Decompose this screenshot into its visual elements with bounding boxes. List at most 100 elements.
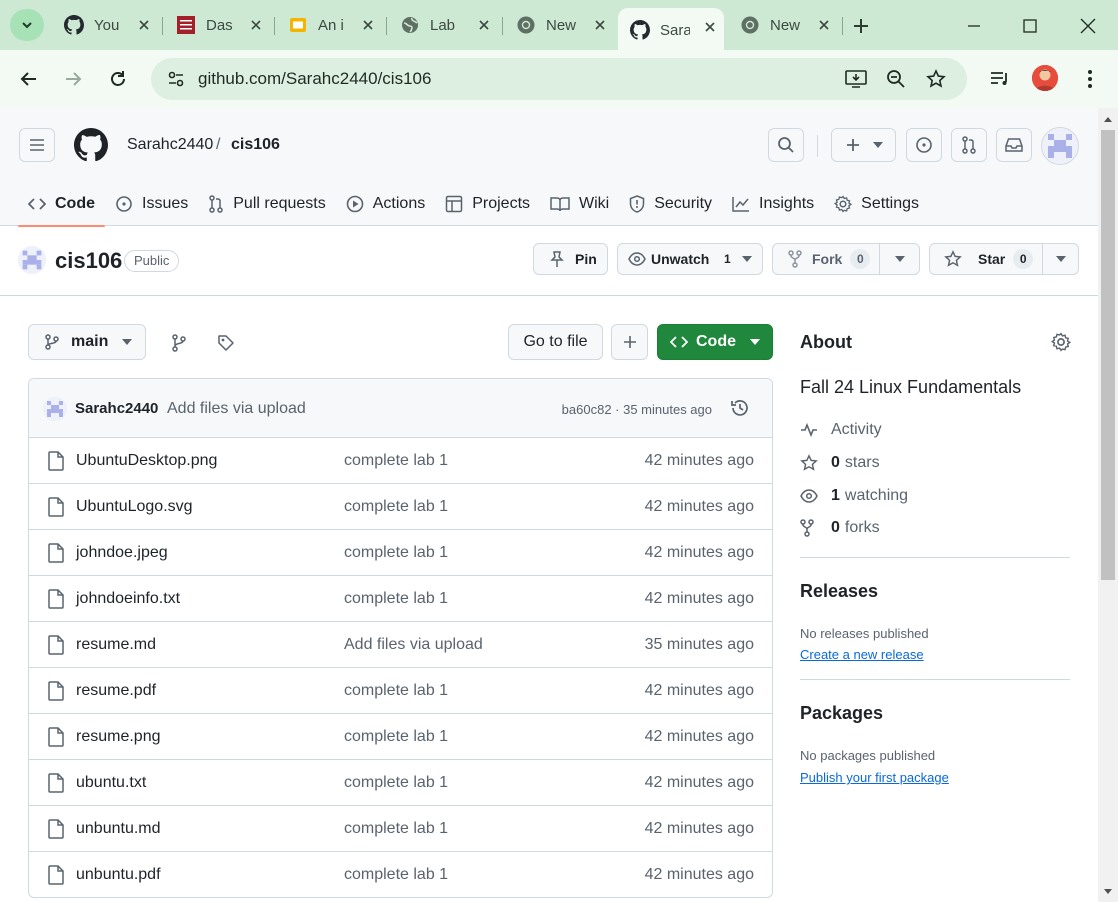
- table-row[interactable]: UbuntuLogo.svg complete lab 1 42 minutes a…: [29, 484, 772, 530]
- minimize-button[interactable]: [960, 12, 988, 40]
- close-icon[interactable]: [592, 17, 608, 33]
- history-icon[interactable]: [730, 398, 750, 418]
- pin-button[interactable]: Pin: [533, 243, 608, 275]
- star-button[interactable]: Star 0: [929, 243, 1043, 275]
- close-icon[interactable]: [360, 17, 376, 33]
- browser-tab[interactable]: An i: [276, 9, 382, 41]
- close-icon[interactable]: [476, 17, 492, 33]
- breadcrumb-owner[interactable]: Sarahc2440: [127, 136, 213, 154]
- url-text[interactable]: github.com/Sarahc2440/cis106: [198, 69, 431, 89]
- scroll-up-icon[interactable]: [1103, 114, 1113, 124]
- tab-code[interactable]: Code: [18, 182, 105, 227]
- tab-settings[interactable]: Settings: [824, 182, 929, 226]
- create-new-button[interactable]: [831, 128, 896, 162]
- table-row[interactable]: ubuntu.txt complete lab 1 42 minutes ago: [29, 760, 772, 806]
- tab-actions[interactable]: Actions: [336, 182, 435, 226]
- menu-button[interactable]: [19, 128, 55, 162]
- inbox-button[interactable]: [996, 128, 1032, 162]
- file-commit-message[interactable]: complete lab 1: [344, 452, 448, 470]
- reload-button[interactable]: [103, 64, 133, 94]
- gear-icon[interactable]: [1051, 332, 1071, 352]
- repo-name[interactable]: cis106: [55, 248, 122, 274]
- file-commit-message[interactable]: complete lab 1: [344, 682, 448, 700]
- fork-dropdown-button[interactable]: [879, 243, 920, 275]
- back-button[interactable]: [14, 64, 44, 94]
- add-file-button[interactable]: [611, 324, 648, 360]
- chrome-menu-button[interactable]: [1075, 64, 1105, 94]
- maximize-button[interactable]: [1016, 12, 1044, 40]
- forward-button[interactable]: [58, 64, 88, 94]
- file-commit-message[interactable]: complete lab 1: [344, 866, 448, 884]
- new-tab-button[interactable]: [848, 13, 874, 39]
- star-dropdown-button[interactable]: [1042, 243, 1079, 275]
- file-name[interactable]: johndoe.jpeg: [76, 544, 168, 562]
- tab-issues[interactable]: Issues: [105, 182, 198, 226]
- browser-tab[interactable]: New: [504, 9, 614, 41]
- browser-tab[interactable]: Lab: [388, 9, 498, 41]
- install-app-icon[interactable]: [844, 67, 868, 91]
- file-name[interactable]: resume.md: [76, 636, 156, 654]
- file-commit-message[interactable]: Add files via upload: [344, 636, 483, 654]
- issues-button[interactable]: [906, 128, 942, 162]
- browser-tab-active[interactable]: Sara: [618, 8, 724, 50]
- file-name[interactable]: resume.pdf: [76, 682, 156, 700]
- reading-list-button[interactable]: [985, 64, 1015, 94]
- page-scrollbar[interactable]: [1098, 108, 1118, 902]
- file-commit-message[interactable]: complete lab 1: [344, 498, 448, 516]
- file-name[interactable]: UbuntuLogo.svg: [76, 498, 193, 516]
- scroll-down-icon[interactable]: [1103, 886, 1113, 896]
- bookmark-star-icon[interactable]: [924, 67, 948, 91]
- activity-link[interactable]: Activity: [800, 420, 882, 440]
- close-window-button[interactable]: [1074, 12, 1102, 40]
- code-dropdown-button[interactable]: Code: [657, 324, 773, 360]
- site-settings-icon[interactable]: [161, 64, 191, 94]
- file-commit-message[interactable]: complete lab 1: [344, 728, 448, 746]
- browser-tab[interactable]: New: [728, 9, 838, 41]
- owner-avatar[interactable]: [18, 246, 46, 274]
- commit-author[interactable]: Sarahc2440: [75, 400, 158, 417]
- file-name[interactable]: ubuntu.txt: [76, 774, 146, 792]
- file-commit-message[interactable]: complete lab 1: [344, 820, 448, 838]
- search-button[interactable]: [768, 128, 804, 162]
- tab-wiki[interactable]: Wiki: [540, 182, 619, 226]
- unwatch-button[interactable]: Unwatch 1: [617, 243, 763, 275]
- github-logo-icon[interactable]: [74, 128, 108, 162]
- forks-link[interactable]: 0 forks: [800, 518, 880, 538]
- table-row[interactable]: johndoeinfo.txt complete lab 1 42 minutes …: [29, 576, 772, 622]
- tab-insights[interactable]: Insights: [722, 182, 824, 226]
- publish-package-link[interactable]: Publish your first package: [800, 770, 949, 785]
- commit-meta[interactable]: ba60c82 · 35 minutes ago: [562, 402, 712, 417]
- tab-search-button[interactable]: [10, 9, 44, 41]
- file-name[interactable]: resume.png: [76, 728, 161, 746]
- pull-requests-button[interactable]: [951, 128, 987, 162]
- file-commit-message[interactable]: complete lab 1: [344, 590, 448, 608]
- stars-link[interactable]: 0 stars: [800, 453, 880, 473]
- close-icon[interactable]: [702, 19, 718, 35]
- releases-heading[interactable]: Releases: [800, 581, 1070, 602]
- table-row[interactable]: unbuntu.md complete lab 1 42 minutes ago: [29, 806, 772, 852]
- profile-avatar[interactable]: [1032, 65, 1058, 91]
- table-row[interactable]: UbuntuDesktop.png complete lab 1 42 minute…: [29, 438, 772, 484]
- tags-link[interactable]: [215, 332, 237, 354]
- watching-link[interactable]: 1 watching: [800, 486, 908, 506]
- tab-security[interactable]: Security: [619, 182, 722, 226]
- branch-selector[interactable]: main: [28, 324, 146, 360]
- table-row[interactable]: johndoe.jpeg complete lab 1 42 minutes ago: [29, 530, 772, 576]
- breadcrumb-repo[interactable]: cis106: [231, 136, 280, 154]
- scrollbar-thumb[interactable]: [1101, 130, 1115, 580]
- file-name[interactable]: johndoeinfo.txt: [76, 590, 180, 608]
- close-icon[interactable]: [816, 17, 832, 33]
- table-row[interactable]: unbuntu.pdf complete lab 1 42 minutes ago: [29, 852, 772, 897]
- fork-button[interactable]: Fork 0: [772, 243, 880, 275]
- tab-pull-requests[interactable]: Pull requests: [198, 182, 336, 226]
- file-commit-message[interactable]: complete lab 1: [344, 774, 448, 792]
- zoom-icon[interactable]: [884, 67, 908, 91]
- file-name[interactable]: unbuntu.md: [76, 820, 161, 838]
- table-row[interactable]: resume.png complete lab 1 42 minutes ago: [29, 714, 772, 760]
- go-to-file-button[interactable]: Go to file: [508, 324, 603, 360]
- browser-tab[interactable]: You: [52, 9, 158, 41]
- table-row[interactable]: resume.md Add files via upload 35 minutes …: [29, 622, 772, 668]
- file-name[interactable]: UbuntuDesktop.png: [76, 452, 217, 470]
- tab-projects[interactable]: Projects: [435, 182, 540, 226]
- table-row[interactable]: resume.pdf complete lab 1 42 minutes ago: [29, 668, 772, 714]
